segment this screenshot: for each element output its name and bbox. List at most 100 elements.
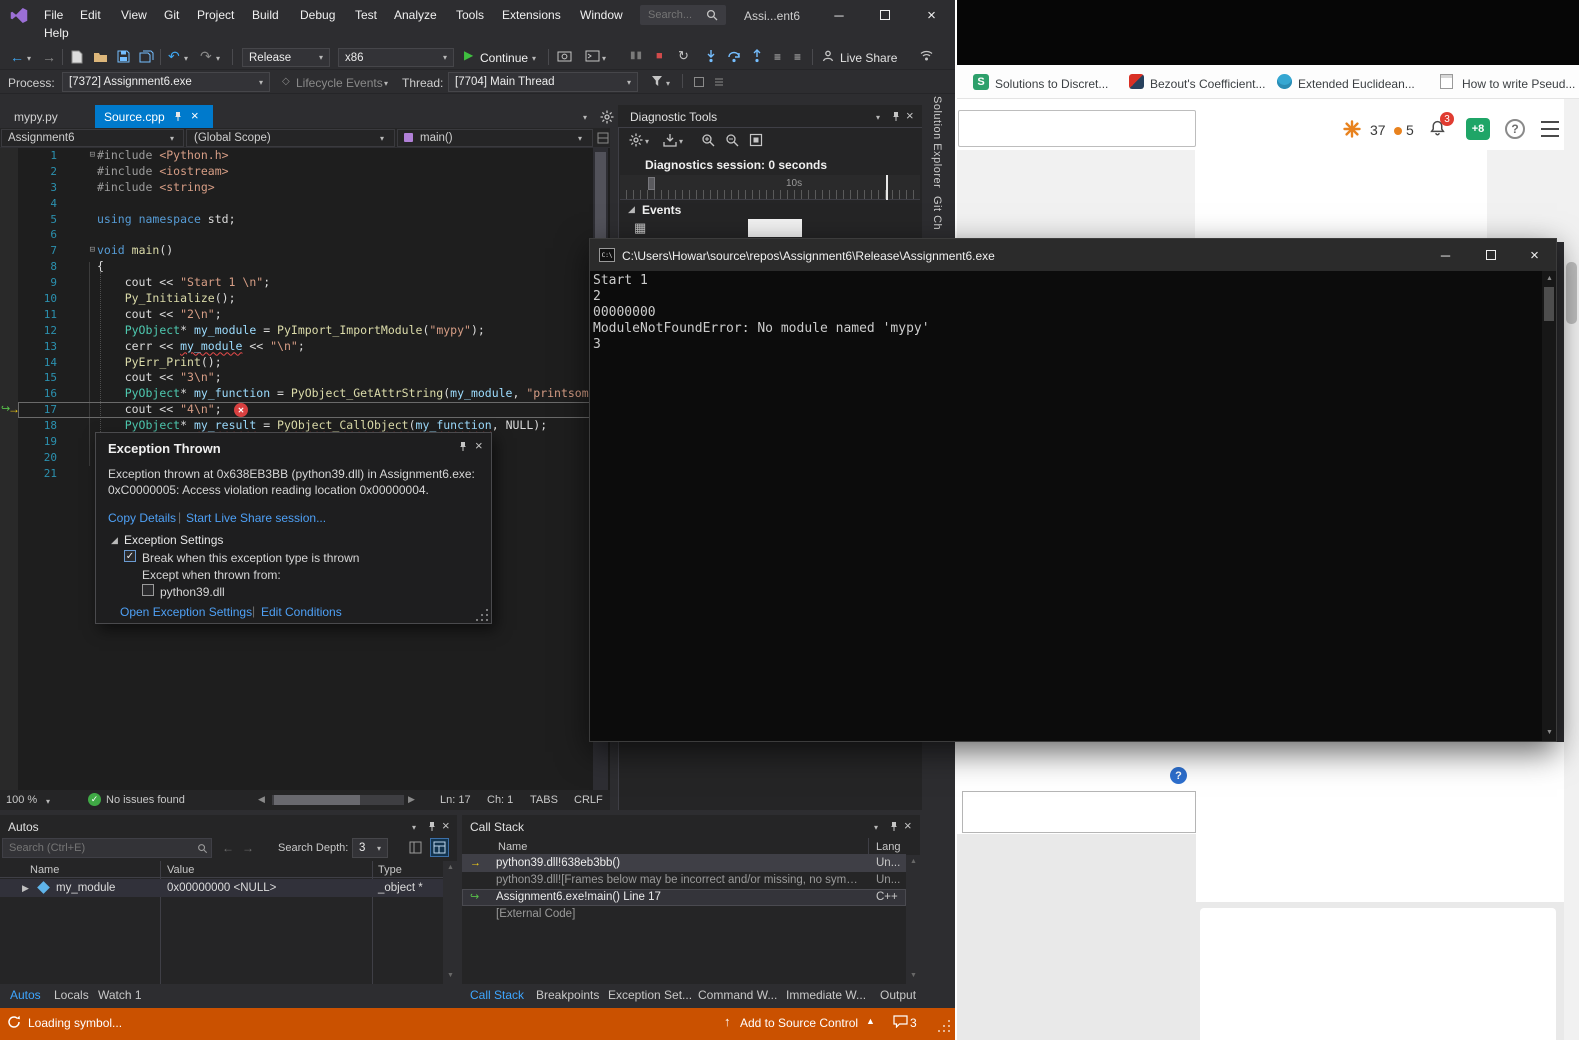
module-checkbox-label[interactable]: python39.dll bbox=[160, 585, 225, 599]
callstack-scrollbar[interactable] bbox=[906, 855, 920, 984]
stop-icon[interactable]: ■ bbox=[656, 50, 663, 63]
callstack-row-lang[interactable]: Un... bbox=[876, 874, 900, 888]
menu-item-git[interactable]: Git bbox=[164, 8, 179, 22]
redo-dropdown-icon[interactable]: ▾ bbox=[216, 54, 220, 64]
autos-search-input[interactable] bbox=[2, 838, 212, 858]
add-to-source-control-button[interactable]: Add to Source Control bbox=[740, 1016, 858, 1030]
export-dropdown-icon[interactable]: ▾ bbox=[679, 137, 683, 147]
filter-funnel-icon[interactable] bbox=[650, 74, 663, 87]
console-scroll-down-icon[interactable]: ▼ bbox=[1546, 729, 1553, 737]
zoom-out-icon[interactable] bbox=[724, 132, 739, 147]
tab-locals[interactable]: Locals bbox=[54, 988, 89, 1002]
feedback-bubble-icon[interactable] bbox=[892, 1014, 908, 1029]
restart-icon[interactable]: ↻ bbox=[678, 48, 689, 64]
break-checkbox[interactable]: ✓ bbox=[124, 550, 136, 562]
watch-layout-icon[interactable] bbox=[430, 838, 449, 857]
events-expander-icon[interactable]: ◢ bbox=[628, 204, 635, 215]
zoom-level[interactable]: 100 % bbox=[6, 794, 37, 807]
split-view-icon[interactable] bbox=[596, 131, 609, 144]
continue-dropdown-icon[interactable]: ▾ bbox=[532, 54, 536, 64]
menu-item-build[interactable]: Build bbox=[252, 8, 279, 22]
browser-scrollbar[interactable] bbox=[1564, 99, 1579, 1040]
tab-close-icon[interactable]: × bbox=[191, 108, 199, 124]
callstack-dropdown-icon[interactable]: ▾ bbox=[874, 823, 878, 833]
console-scrollbar-thumb[interactable] bbox=[1544, 287, 1554, 321]
autos-col-value[interactable]: Value bbox=[167, 864, 194, 877]
menu-item-file[interactable]: File bbox=[44, 8, 63, 22]
show-frames-icon[interactable]: ≡ bbox=[794, 50, 801, 64]
close-icon[interactable]: × bbox=[908, 0, 955, 30]
tab-git-changes[interactable]: Git Ch bbox=[931, 196, 943, 230]
row-expander-icon[interactable]: ▶ bbox=[22, 883, 29, 894]
fold-collapse-icon[interactable]: ⊟ bbox=[57, 148, 97, 164]
fold-collapse-icon[interactable]: ⊟ bbox=[57, 243, 97, 259]
break-checkbox-label[interactable]: Break when this exception type is thrown bbox=[142, 551, 359, 565]
callstack-col-name[interactable]: Name bbox=[498, 841, 527, 854]
autos-scrollbar[interactable] bbox=[443, 861, 457, 984]
resize-grip[interactable] bbox=[938, 1020, 952, 1034]
tab-pin-icon[interactable] bbox=[172, 110, 184, 123]
member-dropdown-label[interactable]: main() bbox=[420, 132, 453, 146]
show-threads-icon[interactable]: ≡ bbox=[774, 50, 781, 64]
continue-button[interactable]: Continue bbox=[480, 51, 528, 65]
console-scroll-up-icon[interactable]: ▲ bbox=[1546, 275, 1553, 283]
menu-item-help[interactable]: Help bbox=[44, 26, 69, 40]
thread-select[interactable]: [7704] Main Thread ▾ bbox=[448, 72, 638, 92]
autos-pin-icon[interactable] bbox=[426, 820, 438, 833]
exception-settings-label[interactable]: Exception Settings bbox=[124, 533, 223, 547]
autos-scroll-down-icon[interactable]: ▼ bbox=[447, 972, 454, 980]
bookmark-item[interactable]: Solutions to Discret... bbox=[995, 77, 1108, 91]
callstack-pin-icon[interactable] bbox=[888, 820, 900, 833]
browser-scrollbar-thumb[interactable] bbox=[1566, 262, 1577, 324]
diagnostic-close-icon[interactable]: × bbox=[906, 108, 914, 124]
issues-status[interactable]: No issues found bbox=[106, 794, 185, 807]
lifecycle-dropdown-icon[interactable]: ▾ bbox=[384, 79, 388, 89]
field-help-icon[interactable]: ? bbox=[1170, 767, 1187, 784]
copy-details-link[interactable]: Copy Details bbox=[108, 511, 176, 525]
autos-dropdown-icon[interactable]: ▾ bbox=[412, 823, 416, 833]
autos-col-name[interactable]: Name bbox=[30, 864, 59, 877]
callstack-row-name[interactable]: [External Code] bbox=[496, 908, 575, 922]
step-into-icon[interactable] bbox=[704, 48, 717, 63]
lifecycle-events-button[interactable]: Lifecycle Events bbox=[296, 76, 383, 90]
new-file-icon[interactable] bbox=[70, 49, 84, 65]
step-out-icon[interactable] bbox=[750, 48, 763, 63]
live-share-icon[interactable] bbox=[820, 48, 835, 63]
source-control-expander-icon[interactable]: ▲ bbox=[866, 1016, 875, 1027]
configuration-select[interactable]: Release ▾ bbox=[242, 48, 330, 67]
tab-command-window[interactable]: Command W... bbox=[698, 988, 777, 1002]
tab-list-dropdown-icon[interactable]: ▾ bbox=[583, 113, 587, 123]
continue-play-icon[interactable]: ▶ bbox=[464, 48, 473, 62]
menu-item-view[interactable]: View bbox=[121, 8, 147, 22]
tab-immediate-window[interactable]: Immediate W... bbox=[786, 988, 866, 1002]
platform-select[interactable]: x86 ▾ bbox=[338, 48, 454, 67]
undo-icon[interactable]: ↶ bbox=[168, 48, 180, 65]
scope-dropdown-icon[interactable]: ▾ bbox=[380, 134, 384, 144]
tab-exception-settings[interactable]: Exception Set... bbox=[608, 988, 692, 1002]
callstack-col-divider[interactable] bbox=[868, 838, 869, 855]
zoom-dropdown-icon[interactable]: ▾ bbox=[46, 797, 50, 807]
diagnostic-dropdown-icon[interactable]: ▾ bbox=[876, 113, 880, 123]
tab-solution-explorer[interactable]: Solution Explorer bbox=[931, 96, 943, 188]
output-window-icon[interactable] bbox=[584, 49, 600, 63]
diagnostic-pin-icon[interactable] bbox=[890, 110, 902, 123]
callstack-row-lang[interactable]: Un... bbox=[876, 857, 900, 871]
tab-source-cpp-label[interactable]: Source.cpp bbox=[104, 110, 165, 124]
console-maximize-icon[interactable] bbox=[1468, 239, 1513, 271]
undo-dropdown-icon[interactable]: ▾ bbox=[184, 54, 188, 64]
menu-item-test[interactable]: Test bbox=[355, 8, 377, 22]
timeline-cursor[interactable] bbox=[886, 175, 888, 200]
events-section-label[interactable]: Events bbox=[642, 203, 681, 217]
tab-output[interactable]: Output bbox=[880, 988, 916, 1002]
export-report-icon[interactable] bbox=[662, 132, 677, 147]
menu-item-edit[interactable]: Edit bbox=[80, 8, 101, 22]
autos-row-name[interactable]: my_module bbox=[56, 882, 115, 896]
open-exception-settings-link[interactable]: Open Exception Settings bbox=[120, 605, 252, 619]
site-search-input[interactable] bbox=[958, 110, 1196, 147]
callstack-close-icon[interactable]: × bbox=[904, 818, 912, 834]
pause-icon[interactable]: ▮▮ bbox=[630, 50, 643, 62]
edit-conditions-link[interactable]: Edit Conditions bbox=[261, 605, 342, 619]
search-depth-select[interactable]: 3 ▾ bbox=[352, 838, 388, 858]
zoom-in-icon[interactable] bbox=[700, 132, 715, 147]
menu-item-project[interactable]: Project bbox=[197, 8, 234, 22]
